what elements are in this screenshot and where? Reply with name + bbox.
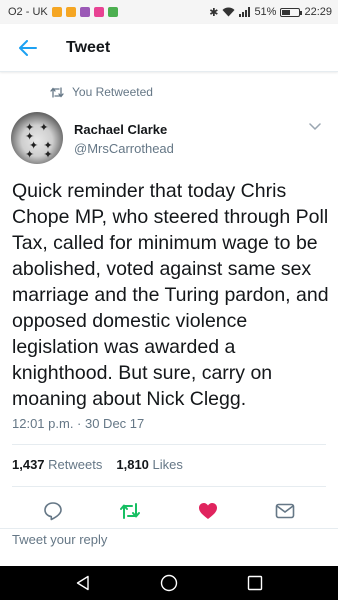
reply-icon bbox=[43, 502, 62, 521]
divider bbox=[12, 444, 326, 445]
back-button[interactable] bbox=[0, 24, 56, 72]
likes-stat[interactable]: 1,810 Likes bbox=[116, 457, 183, 472]
divider bbox=[12, 486, 326, 487]
system-home-button[interactable] bbox=[149, 566, 189, 600]
app-bar: Tweet bbox=[0, 24, 338, 72]
arrow-left-icon bbox=[19, 39, 37, 56]
author-handle[interactable]: @MrsCarrothead bbox=[74, 141, 174, 156]
retweets-label: Retweets bbox=[48, 457, 103, 472]
triangle-back-icon bbox=[76, 575, 89, 591]
envelope-icon bbox=[275, 503, 295, 519]
chevron-down-icon bbox=[309, 123, 321, 131]
tweet-timestamp[interactable]: 12:01 p.m. · 30 Dec 17 bbox=[12, 416, 144, 431]
system-back-button[interactable] bbox=[63, 566, 103, 600]
reply-button[interactable] bbox=[38, 496, 68, 526]
wifi-icon bbox=[222, 7, 235, 17]
tweet-text: Quick reminder that today Chris Chope MP… bbox=[12, 180, 329, 410]
retweet-icon bbox=[120, 503, 141, 519]
retweet-button[interactable] bbox=[115, 496, 145, 526]
carrier-label: O2 - UK bbox=[8, 6, 48, 18]
avatar[interactable]: ✦ ✦ ✦ ✦ ✦ ✦ ✦ bbox=[11, 112, 63, 164]
system-nav-bar bbox=[0, 566, 338, 600]
battery-icon bbox=[280, 7, 303, 17]
direct-message-button[interactable] bbox=[270, 496, 300, 526]
signal-icon bbox=[239, 7, 251, 17]
page-title: Tweet bbox=[66, 38, 111, 56]
retweet-icon bbox=[50, 86, 64, 98]
author-name[interactable]: Rachael Clarke bbox=[74, 122, 167, 137]
likes-count: 1,810 bbox=[116, 457, 149, 472]
notification-icon-2 bbox=[65, 7, 76, 17]
reply-input[interactable]: Tweet your reply bbox=[12, 532, 107, 547]
like-button[interactable] bbox=[193, 496, 223, 526]
clock: 22:29 bbox=[304, 6, 332, 18]
tweet-stats: 1,437 Retweets 1,810 Likes bbox=[12, 457, 183, 472]
notification-icon-4 bbox=[93, 7, 104, 17]
bluetooth-icon: ✱ bbox=[209, 6, 219, 19]
battery-percent: 51% bbox=[254, 6, 277, 18]
square-recents-icon bbox=[247, 575, 263, 591]
retweets-count: 1,437 bbox=[12, 457, 45, 472]
system-recents-button[interactable] bbox=[235, 566, 275, 600]
heart-icon bbox=[198, 503, 217, 519]
retweet-context: You Retweeted bbox=[50, 85, 153, 99]
likes-label: Likes bbox=[152, 457, 183, 472]
tweet-menu-button[interactable] bbox=[304, 116, 326, 138]
retweets-stat[interactable]: 1,437 Retweets bbox=[12, 457, 102, 472]
tweet-actions bbox=[0, 496, 338, 526]
retweet-context-label: You Retweeted bbox=[72, 85, 153, 99]
notification-icon-3 bbox=[79, 7, 90, 17]
status-bar: O2 - UK ✱ 51% 22:29 bbox=[0, 0, 338, 24]
notification-icon-1 bbox=[51, 7, 62, 17]
circle-home-icon bbox=[160, 574, 178, 592]
notification-icon-5 bbox=[107, 7, 118, 17]
divider bbox=[0, 528, 338, 529]
